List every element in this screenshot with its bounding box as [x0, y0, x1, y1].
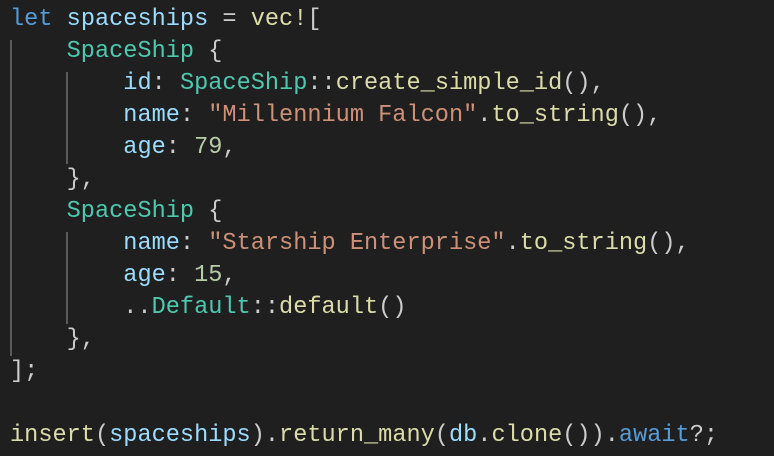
keyword: let — [10, 6, 53, 33]
code-line: age: 79, — [10, 132, 718, 164]
code-text: }, — [10, 166, 95, 193]
code-text: : — [165, 134, 195, 161]
variable: age — [123, 134, 166, 161]
code-text: ?; — [689, 422, 719, 449]
function-name: clone — [491, 422, 563, 449]
variable: age — [123, 262, 166, 289]
code-text: (), — [562, 70, 605, 97]
function-name: insert — [10, 422, 95, 449]
keyword: await — [618, 422, 690, 449]
function-name: to_string — [519, 230, 648, 257]
type-name: Default — [151, 294, 251, 321]
code-text: (), — [618, 102, 662, 129]
code-text: ( — [434, 422, 449, 449]
string-literal: "Starship Enterprise" — [208, 230, 506, 257]
code-text: . — [505, 230, 520, 257]
code-line: ..Default::default() — [10, 292, 718, 324]
code-text: ). — [250, 422, 280, 449]
variable: spaceships — [66, 6, 209, 33]
code-line: SpaceShip { — [10, 36, 718, 68]
code-line: id: SpaceShip::create_simple_id(), — [10, 68, 718, 100]
code-text: , — [222, 134, 237, 161]
code-line: SpaceShip { — [10, 196, 718, 228]
code-text: : — [165, 262, 195, 289]
type-name: SpaceShip — [66, 38, 195, 65]
function-name: default — [279, 294, 379, 321]
type-name: SpaceShip — [66, 198, 195, 225]
function-name: to_string — [491, 102, 619, 129]
code-text: = — [208, 6, 251, 33]
code-text: : — [179, 230, 209, 257]
code-text: ()). — [562, 422, 619, 449]
number-literal: 15 — [194, 262, 223, 289]
code-text: : — [179, 102, 209, 129]
function-name: create_simple_id — [335, 70, 563, 97]
variable: name — [123, 102, 180, 129]
variable: spaceships — [109, 422, 251, 449]
code-text: [ — [307, 6, 322, 33]
code-text: :: — [250, 294, 280, 321]
number-literal: 79 — [194, 134, 223, 161]
code-text: . — [477, 422, 492, 449]
code-text: .. — [10, 294, 152, 321]
variable: db — [448, 422, 478, 449]
code-text: { — [194, 38, 223, 65]
code-text: }, — [10, 326, 95, 353]
string-literal: "Millennium Falcon" — [208, 102, 478, 129]
variable: id — [123, 70, 152, 97]
function-name: return_many — [279, 422, 435, 449]
type-name: SpaceShip — [179, 70, 308, 97]
code-line: }, — [10, 164, 718, 196]
code-editor[interactable]: let spaceships = vec![ SpaceShip { id: S… — [10, 4, 718, 452]
variable: name — [123, 230, 180, 257]
function-name: vec! — [250, 6, 308, 33]
code-text: : — [151, 70, 180, 97]
code-line: let spaceships = vec![ — [10, 4, 718, 36]
code-text: ]; — [10, 358, 39, 385]
code-text: () — [378, 294, 407, 321]
code-line: }, — [10, 324, 718, 356]
code-text: (), — [647, 230, 690, 257]
code-text: . — [477, 102, 492, 129]
code-line: age: 15, — [10, 260, 718, 292]
code-text: , — [222, 262, 237, 289]
code-line: name: "Starship Enterprise".to_string(), — [10, 228, 718, 260]
code-text: { — [194, 198, 223, 225]
code-text: ( — [94, 422, 110, 449]
code-text: :: — [307, 70, 336, 97]
code-line: insert(spaceships).return_many(db.clone(… — [10, 420, 718, 452]
code-line: ]; — [10, 356, 718, 388]
code-line: name: "Millennium Falcon".to_string(), — [10, 100, 718, 132]
